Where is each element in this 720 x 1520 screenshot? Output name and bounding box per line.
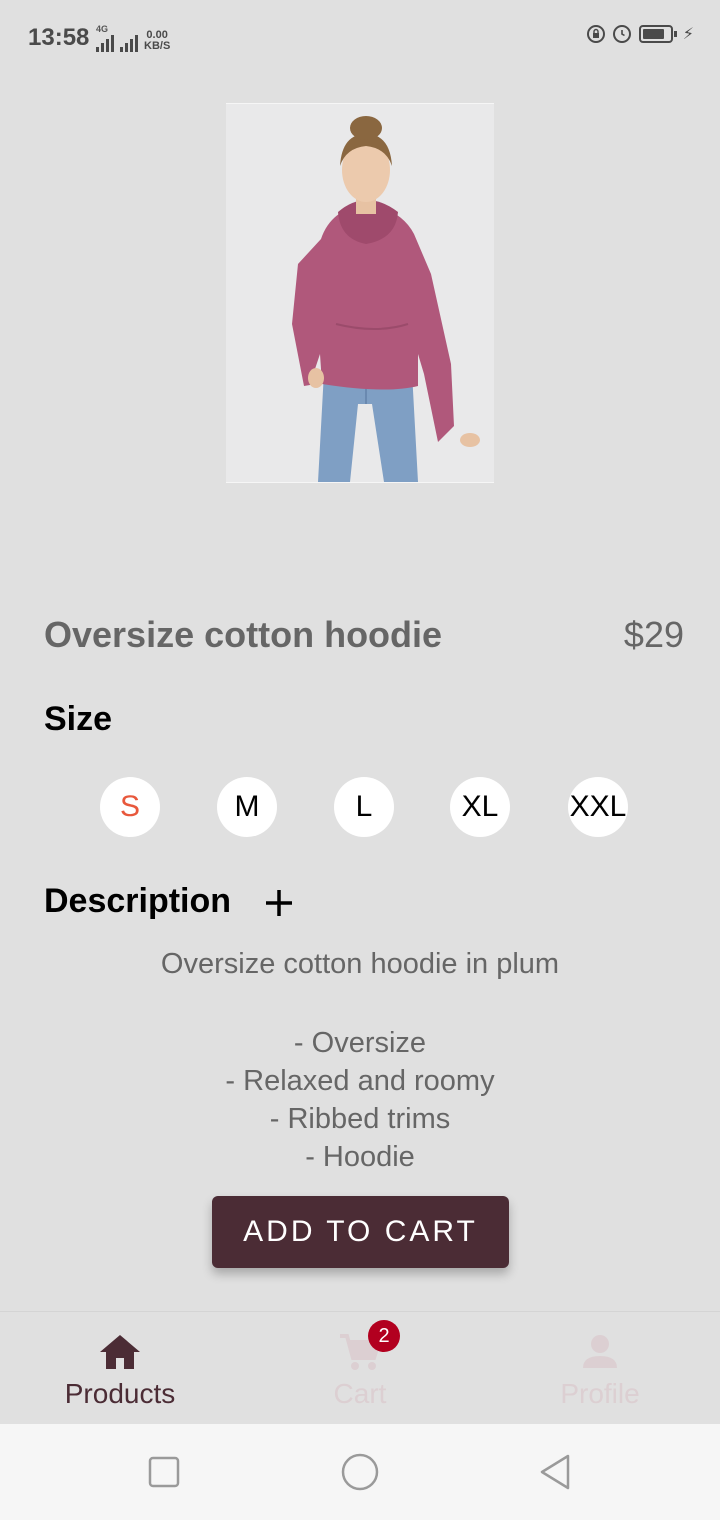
nav-item-cart[interactable]: 2 Cart xyxy=(240,1312,480,1425)
size-option-s[interactable]: S xyxy=(100,777,160,837)
status-icons: ⚡ xyxy=(586,24,694,44)
description-bullet: - Oversize xyxy=(293,1027,427,1059)
network-indicators: 4G 0.00 KB/S xyxy=(96,24,170,52)
product-photo xyxy=(226,104,494,482)
alarm-icon xyxy=(612,25,631,43)
product-price: $29 xyxy=(623,614,684,655)
nav-label-profile: Profile xyxy=(560,1378,640,1409)
status-time: 13:58 xyxy=(28,24,90,51)
product-title: Oversize cotton hoodie xyxy=(44,614,443,655)
recent-apps-icon[interactable] xyxy=(144,1452,184,1492)
person-icon xyxy=(578,1332,622,1372)
description-bullet: - Ribbed trims xyxy=(269,1103,451,1135)
cart-badge: 2 xyxy=(368,1320,400,1352)
battery-icon xyxy=(638,25,677,43)
size-option-m[interactable]: M xyxy=(217,777,277,837)
size-heading: Size xyxy=(44,700,113,738)
home-icon xyxy=(98,1332,142,1372)
description-bullets: - Oversize - Relaxed and roomy - Ribbed … xyxy=(0,1024,720,1176)
nav-label-products: Products xyxy=(64,1378,176,1409)
description-intro: Oversize cotton hoodie in plum xyxy=(160,948,560,980)
status-bar: 13:58 4G 0.00 KB/S ⚡ xyxy=(0,0,720,72)
network-type: 4G xyxy=(96,24,109,34)
size-option-xxl[interactable]: XXL xyxy=(568,777,628,837)
nav-label-cart: Cart xyxy=(333,1378,387,1409)
signal-icon xyxy=(96,34,114,52)
nav-item-profile[interactable]: Profile xyxy=(480,1312,720,1425)
signal-icon-2 xyxy=(120,34,138,52)
charging-icon: ⚡ xyxy=(682,26,694,43)
size-options: S M L XL XXL xyxy=(100,777,628,837)
bottom-navigation: Products 2 Cart Profile xyxy=(0,1311,720,1425)
size-option-xl[interactable]: XL xyxy=(450,777,510,837)
size-option-l[interactable]: L xyxy=(334,777,394,837)
product-image xyxy=(226,103,494,483)
description-bullet: - Hoodie xyxy=(305,1141,415,1173)
nav-item-products[interactable]: Products xyxy=(0,1312,240,1425)
home-button-icon[interactable] xyxy=(340,1452,380,1492)
add-to-cart-button[interactable]: ADD TO CART xyxy=(212,1196,509,1268)
description-heading: Description xyxy=(44,882,232,920)
description-bullet: - Relaxed and roomy xyxy=(225,1065,495,1097)
plus-icon[interactable] xyxy=(262,886,296,920)
rotation-lock-icon xyxy=(586,25,605,43)
back-icon[interactable] xyxy=(536,1452,576,1492)
system-navigation-bar xyxy=(0,1424,720,1520)
speed-unit: KB/S xyxy=(144,40,171,52)
